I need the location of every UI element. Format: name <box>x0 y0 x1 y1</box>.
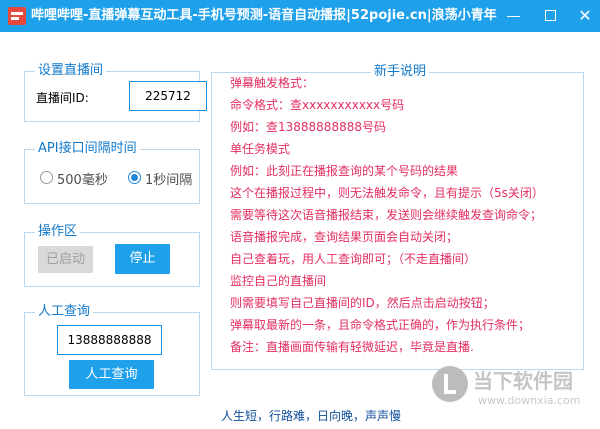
guide-line: 自己查着玩，用人工查询即可；（不走直播间） <box>230 252 477 266</box>
maximize-icon <box>545 10 556 21</box>
minimize-icon <box>507 16 520 17</box>
guide-line: 弹幕取最新的一条，且命令格式正确的，作为执行条件； <box>230 318 531 332</box>
minimize-button[interactable] <box>504 6 524 26</box>
api-interval-legend: API接口间隔时间 <box>35 141 140 157</box>
interval-1s-label: 1秒间隔 <box>145 173 193 188</box>
maximize-button[interactable] <box>541 6 561 26</box>
guide-legend: 新手说明 <box>371 64 430 80</box>
manual-query-button[interactable]: 人工查询 <box>69 360 154 389</box>
guide-line: 备注：直播画面传输有轻微延迟，毕竟是直播. <box>230 340 474 354</box>
phone-input[interactable]: 13888888888 <box>57 325 162 355</box>
interval-1s-radio[interactable] <box>128 171 141 184</box>
watermark-text: 当下软件园 <box>473 369 573 393</box>
live-room-legend: 设置直播间 <box>35 63 107 79</box>
watermark-url: www.downxia.com <box>478 394 581 407</box>
manual-query-legend: 人工查询 <box>35 304 94 320</box>
manual-query-group: 人工查询 13888888888 人工查询 <box>24 304 200 396</box>
footer-text: 人生短，行路难，日向晚，声声慢 <box>221 409 402 423</box>
operations-group: 操作区 已启动 停止 <box>24 224 200 287</box>
guide-panel: 新手说明 弹幕触发格式： 命令格式：查xxxxxxxxxxx号码 例如：查138… <box>211 64 584 370</box>
live-room-id-input[interactable]: 225712 <box>129 81 207 111</box>
guide-line: 弹幕触发格式： <box>230 76 315 90</box>
close-icon: ✕ <box>578 6 592 25</box>
operations-legend: 操作区 <box>35 224 81 240</box>
watermark-logo-icon <box>432 366 468 402</box>
live-room-id-label: 直播间ID: <box>36 91 89 105</box>
guide-line: 例如：此刻正在播报查询的某个号码的结果 <box>230 164 459 178</box>
guide-line: 单任务模式 <box>230 142 291 156</box>
guide-line: 这个在播报过程中，则无法触发命令，且有提示（5s关闭） <box>230 186 544 200</box>
interval-500ms-radio[interactable] <box>40 171 53 184</box>
watermark: 当下软件园 www.downxia.com <box>432 365 597 415</box>
title-bar: 哔哩哔哩-直播弹幕互动工具-手机号预测-语音自动播报|52pojie.cn|浪荡… <box>0 0 600 32</box>
guide-line: 则需要填写自己直播间的ID，然后点击启动按钮； <box>230 296 495 310</box>
interval-500ms-label: 500毫秒 <box>57 173 108 188</box>
close-button[interactable]: ✕ <box>575 6 595 26</box>
guide-line: 例如：查13888888888号码 <box>230 120 386 134</box>
started-button[interactable]: 已启动 <box>38 246 93 273</box>
api-interval-group: API接口间隔时间 500毫秒 1秒间隔 <box>24 141 200 204</box>
live-room-group: 设置直播间 直播间ID: 225712 <box>24 63 207 122</box>
stop-button[interactable]: 停止 <box>115 244 170 274</box>
guide-line: 语音播报完成，查询结果页面会自动关闭； <box>230 230 459 244</box>
guide-line: 命令格式：查xxxxxxxxxxx号码 <box>230 98 405 112</box>
guide-line: 需要等待这次语音播报结束，发送则会继续触发查询命令； <box>230 208 543 222</box>
guide-line: 监控自己的直播间 <box>230 274 327 288</box>
window-title: 哔哩哔哩-直播弹幕互动工具-手机号预测-语音自动播报|52pojie.cn|浪荡… <box>31 8 497 23</box>
app-icon <box>8 7 26 25</box>
